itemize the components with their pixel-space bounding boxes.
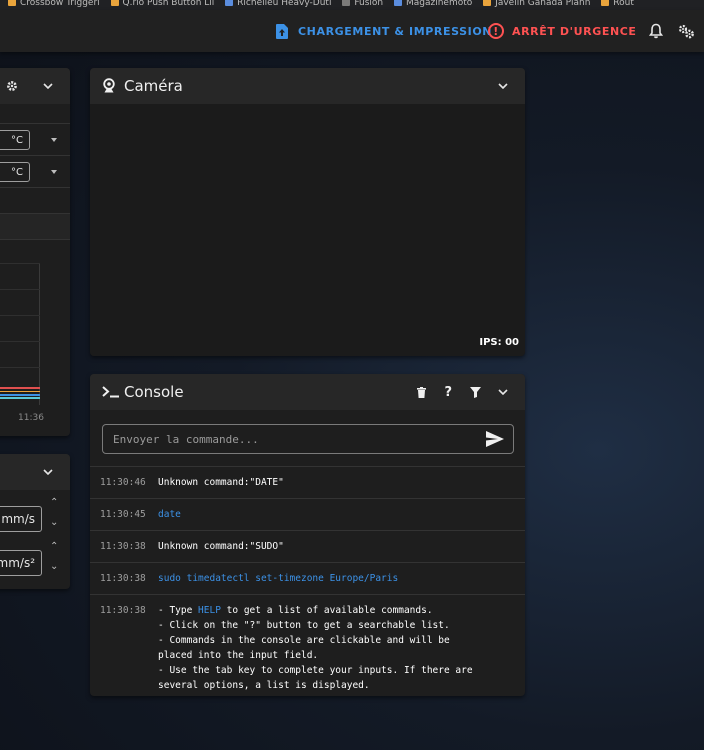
acceleration-increment-icon[interactable]: ⌃	[50, 542, 58, 552]
camera-panel: Caméra IPS: 00	[90, 68, 525, 356]
filter-icon[interactable]	[470, 386, 481, 398]
log-time: 11:30:45	[100, 509, 146, 520]
bookmark-item[interactable]: Richelieu Heavy-Duti	[225, 0, 331, 8]
console-panel: Console ? 11:30:46 Unknown command:"DATE…	[90, 374, 525, 696]
temp-row-1: °C	[0, 124, 70, 156]
chart-series-line-orange	[0, 391, 40, 392]
bookmark-icon	[601, 0, 610, 6]
settings-button[interactable]	[674, 10, 698, 52]
bookmark-icon	[225, 0, 234, 6]
log-time: 11:30:38	[100, 605, 146, 616]
console-prompt-icon	[102, 386, 119, 398]
temperature-panel-header	[0, 68, 70, 104]
chart-time-tick: 11:36	[18, 413, 44, 423]
loading-printing-button[interactable]: CHARGEMENT & IMPRESSION	[276, 10, 492, 52]
temperature-chart	[0, 263, 40, 405]
bookmark-item[interactable]: Magazinemoto	[394, 0, 472, 8]
console-title: Console	[124, 383, 184, 401]
fps-readout: IPS: 00	[479, 337, 519, 348]
emergency-stop-button[interactable]: ! ARRÊT D'URGENCE	[488, 10, 637, 52]
log-time: 11:30:38	[100, 541, 146, 552]
chevron-down-icon[interactable]	[38, 76, 58, 96]
loading-printing-label: CHARGEMENT & IMPRESSION	[298, 24, 493, 38]
bookmark-icon	[342, 0, 351, 6]
chevron-down-icon[interactable]	[493, 76, 513, 96]
help-message: - Type HELP to get a list of available c…	[158, 605, 473, 691]
log-entry[interactable]: 11:30:38 sudo timedatectl set-timezone E…	[90, 562, 525, 594]
command-input-wrapper	[102, 424, 514, 454]
bookmark-item[interactable]: Q.rlo Push Button Lil	[110, 0, 214, 8]
log-entry[interactable]: 11:30:38 Unknown command:"SUDO"	[90, 530, 525, 562]
bookmark-item[interactable]: Javelin Ganada Plann	[483, 0, 590, 8]
log-time: 11:30:38	[100, 573, 146, 584]
log-message: Unknown command:"SUDO"	[158, 541, 284, 552]
command-input[interactable]	[103, 425, 473, 453]
temperature-panel: °C °C 11:36	[0, 68, 70, 436]
bookmark-icon	[8, 0, 16, 6]
chevron-down-icon[interactable]	[38, 462, 58, 482]
acceleration-input[interactable]: mm/s²	[0, 550, 42, 576]
chart-series-line-cyan	[0, 397, 40, 399]
console-panel-header: Console ?	[90, 374, 525, 410]
acceleration-decrement-icon[interactable]: ⌄	[50, 562, 58, 572]
send-icon[interactable]	[485, 430, 505, 448]
bookmarks-bar: Crossbow Triggeri Q.rlo Push Button Lil …	[0, 0, 704, 10]
temp-unit-dropdown-icon[interactable]	[51, 138, 57, 142]
chart-gridline	[0, 367, 40, 368]
speed-decrement-icon[interactable]: ⌄	[50, 518, 58, 528]
temp-row-4	[0, 214, 70, 240]
console-actions: ?	[399, 382, 513, 402]
gear-icon[interactable]	[6, 80, 18, 92]
chart-gridline	[0, 263, 40, 264]
camera-title: Caméra	[124, 77, 183, 95]
notifications-button[interactable]	[644, 10, 668, 52]
bookmark-item[interactable]: Rout	[601, 0, 634, 8]
speed-input[interactable]: mm/s	[0, 506, 42, 532]
temp-unit-dropdown-icon[interactable]	[51, 170, 57, 174]
log-message: Unknown command:"DATE"	[158, 477, 284, 488]
chart-gridline	[0, 315, 40, 316]
help-button[interactable]: ?	[444, 385, 452, 400]
chart-gridline	[0, 341, 40, 342]
bookmark-icon	[483, 0, 492, 6]
log-entry[interactable]: 11:30:46 Unknown command:"DATE"	[90, 466, 525, 498]
motion-panel: mm/s ⌃ ⌄ mm/s² ⌃ ⌄	[0, 454, 70, 589]
chart-gridline	[0, 289, 40, 290]
temp-row-header	[0, 104, 70, 124]
speed-increment-icon[interactable]: ⌃	[50, 498, 58, 508]
console-log: 11:30:46 Unknown command:"DATE" 11:30:45…	[90, 466, 525, 696]
chart-series-line-red	[0, 387, 40, 389]
help-command-link[interactable]: HELP	[198, 605, 221, 616]
temp-row-2: °C	[0, 156, 70, 188]
alert-circle-icon: !	[488, 23, 504, 39]
file-upload-icon	[276, 23, 288, 39]
log-entry[interactable]: 11:30:45 date	[90, 498, 525, 530]
bookmark-icon	[110, 0, 119, 6]
top-app-bar: CHARGEMENT & IMPRESSION ! ARRÊT D'URGENC…	[0, 10, 704, 52]
chevron-down-icon[interactable]	[493, 382, 513, 402]
camera-panel-header[interactable]: Caméra	[90, 68, 525, 104]
emergency-stop-label: ARRÊT D'URGENCE	[512, 24, 637, 38]
bell-icon	[649, 23, 663, 39]
camera-feed: IPS: 00	[90, 104, 525, 356]
webcam-icon	[103, 78, 115, 93]
chart-series-line-blue	[0, 394, 40, 396]
temp-row-3	[0, 188, 70, 214]
trash-icon[interactable]	[417, 386, 427, 398]
bookmark-item[interactable]: Crossbow Triggeri	[8, 0, 100, 8]
bookmark-item[interactable]: Fusion	[342, 0, 383, 8]
motion-panel-header	[0, 454, 70, 490]
log-command[interactable]: sudo timedatectl set-timezone Europe/Par…	[158, 571, 398, 586]
log-entry-help: 11:30:38 - Type HELP to get a list of av…	[90, 594, 525, 696]
bookmark-icon	[394, 0, 402, 6]
log-time: 11:30:46	[100, 477, 146, 488]
temp-unit-field[interactable]: °C	[0, 162, 30, 182]
temp-unit-field[interactable]: °C	[0, 130, 30, 150]
log-command[interactable]: date	[158, 507, 181, 522]
cogs-icon	[678, 24, 694, 39]
